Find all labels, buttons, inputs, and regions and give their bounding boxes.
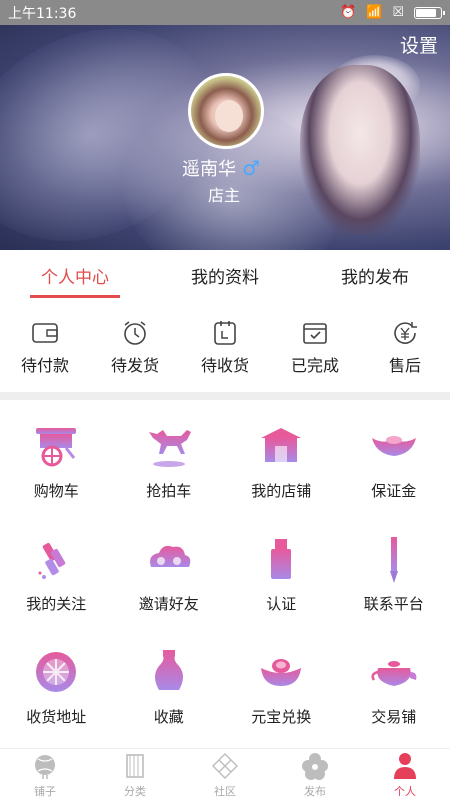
feature-label: 交易铺 <box>371 708 417 726</box>
feature-grid-row: 购物车 抢拍车 我的店铺 保证金 <box>0 420 450 533</box>
teapot-icon <box>371 661 417 686</box>
tabbar-label: 分类 <box>124 784 146 798</box>
tab-label: 我的资料 <box>191 267 259 288</box>
tabbar-categories[interactable]: 分类 <box>90 749 180 800</box>
yen-refresh-icon <box>394 322 417 344</box>
feature-deposit[interactable]: 保证金 <box>338 420 450 533</box>
seal-icon <box>271 539 292 579</box>
tab-my-profile[interactable]: 我的资料 <box>150 250 300 300</box>
feature-label: 我的关注 <box>26 595 87 613</box>
male-icon: ♂ <box>242 156 260 180</box>
tabbar-label: 发布 <box>304 784 326 798</box>
lantern-icon <box>35 754 55 779</box>
knot-icon <box>212 752 238 779</box>
tabbar-label: 个人 <box>394 784 416 798</box>
calendar-icon <box>214 321 236 345</box>
person-icon <box>394 752 416 779</box>
tab-label: 我的发布 <box>341 267 409 288</box>
feature-favorites[interactable]: 收藏 <box>113 646 226 759</box>
order-label: 待收货 <box>200 356 249 375</box>
horse-icon <box>148 430 191 467</box>
alarm-clock-icon <box>124 321 146 345</box>
feature-cart[interactable]: 购物车 <box>0 420 113 533</box>
feature-my-shop[interactable]: 我的店铺 <box>225 420 338 533</box>
tabbar-publish[interactable]: 发布 <box>270 749 360 800</box>
status-icons: ⏰ 📶 ☒ <box>339 5 445 20</box>
avatar-face <box>215 100 243 132</box>
brush-icon <box>389 537 398 583</box>
order-label: 待发货 <box>110 356 159 375</box>
sim-off-icon: ☒ <box>392 5 404 20</box>
avatar[interactable] <box>188 73 264 149</box>
tabbar-shops[interactable]: 铺子 <box>0 749 90 800</box>
feature-label: 我的店铺 <box>251 482 312 500</box>
battery-fill <box>416 8 437 17</box>
feature-label: 抢拍车 <box>146 482 192 500</box>
feature-label: 元宝兑换 <box>251 708 312 726</box>
feature-label: 保证金 <box>371 482 417 500</box>
bottom-tab-bar: 铺子 分类 社区 发布 个人 <box>0 748 450 800</box>
feature-grid-row: 我的关注 邀请好友 认证 联系平台 <box>0 533 450 646</box>
vase-icon <box>154 650 183 690</box>
feature-shipping-address[interactable]: 收货地址 <box>0 646 113 759</box>
profile-tabs: 个人中心 我的资料 我的发布 <box>0 250 450 300</box>
wifi-icon: 📶 <box>366 5 383 20</box>
battery-icon <box>414 6 445 19</box>
shop-icon <box>261 428 302 462</box>
order-pending-payment[interactable]: 待付款 <box>0 318 90 380</box>
feature-label: 联系平台 <box>363 595 424 613</box>
order-label: 待付款 <box>20 356 69 375</box>
feature-contact-platform[interactable]: 联系平台 <box>338 533 450 646</box>
feature-following[interactable]: 我的关注 <box>0 533 113 646</box>
section-divider <box>0 392 450 400</box>
feature-grid-row: 收货地址 收藏 元宝兑换 交易铺 <box>0 646 450 759</box>
tab-label: 个人中心 <box>41 267 109 288</box>
feature-snap-cart[interactable]: 抢拍车 <box>113 420 226 533</box>
user-role: 店主 <box>208 186 241 205</box>
status-time: 上午11:36 <box>8 5 77 22</box>
tab-personal-center[interactable]: 个人中心 <box>0 250 150 300</box>
feature-label: 购物车 <box>33 482 79 500</box>
scroll-icon <box>126 753 144 778</box>
profile-header: 设置 遥南华 ♂ 店主 <box>0 25 450 250</box>
user-name-row: 遥南华 ♂ <box>182 155 260 181</box>
settings-button[interactable]: 设置 <box>400 31 438 58</box>
alarm-off-icon: ⏰ <box>339 5 357 20</box>
tab-active-indicator <box>30 295 120 298</box>
feature-label: 收货地址 <box>26 708 87 726</box>
checked-box-icon <box>303 323 327 344</box>
cart-icon <box>36 428 77 467</box>
feature-grid: 购物车 抢拍车 我的店铺 保证金 我的关注 邀请好友 认证 联系平台 收货地址 … <box>0 420 450 759</box>
order-status-row: 待付款 待发货 待收货 已完成 售后 <box>0 318 450 380</box>
feature-trade-shop[interactable]: 交易铺 <box>338 646 450 759</box>
cloud-icon <box>149 545 191 567</box>
order-label: 售后 <box>388 356 421 375</box>
gold-ingot-icon <box>261 659 302 686</box>
order-pending-receipt[interactable]: 待收货 <box>180 318 270 380</box>
user-name: 遥南华 <box>182 159 236 180</box>
feature-invite-friends[interactable]: 邀请好友 <box>113 533 226 646</box>
feature-label: 认证 <box>266 595 297 613</box>
order-label: 已完成 <box>290 356 339 375</box>
feature-verification[interactable]: 认证 <box>225 533 338 646</box>
tabbar-community[interactable]: 社区 <box>180 749 270 800</box>
window-icon <box>36 652 77 692</box>
feature-label: 邀请好友 <box>138 595 199 613</box>
wallet-icon <box>32 323 58 343</box>
order-after-sales[interactable]: 售后 <box>360 318 450 380</box>
feature-label: 收藏 <box>153 708 184 726</box>
feature-ingot-exchange[interactable]: 元宝兑换 <box>225 646 338 759</box>
tabbar-label: 铺子 <box>34 784 56 798</box>
tabbar-label: 社区 <box>214 784 236 798</box>
order-pending-shipment[interactable]: 待发货 <box>90 318 180 380</box>
firecracker-icon <box>38 542 66 579</box>
ingot-icon <box>371 436 416 456</box>
status-bar: 上午11:36 ⏰ 📶 ☒ <box>0 0 450 25</box>
tabbar-profile[interactable]: 个人 <box>360 749 450 800</box>
flower-icon <box>302 752 328 780</box>
header-figure <box>300 65 420 235</box>
tab-my-posts[interactable]: 我的发布 <box>300 250 450 300</box>
order-completed[interactable]: 已完成 <box>270 318 360 380</box>
